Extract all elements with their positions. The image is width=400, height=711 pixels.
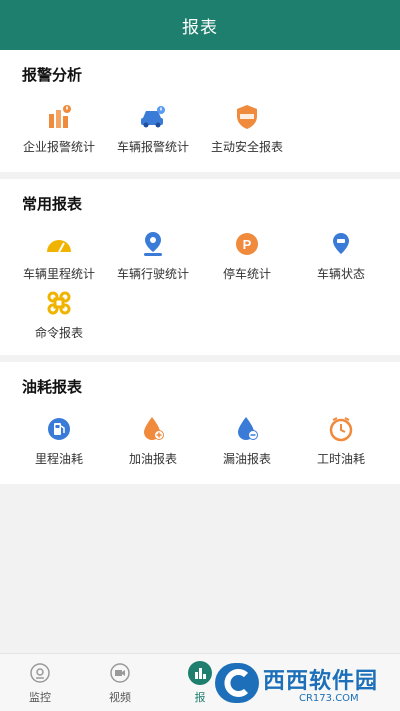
- location-pin-icon: [138, 229, 168, 259]
- page-title: 报表: [182, 17, 218, 38]
- nav-monitor[interactable]: 监控: [0, 660, 80, 710]
- work-hours-clock-icon: [326, 414, 356, 444]
- item-label: 车辆行驶统计: [116, 267, 189, 281]
- watermark-url: CR173.COM: [299, 692, 359, 704]
- vehicle-alarm-icon: [138, 102, 168, 132]
- work-hours-fuel-item[interactable]: 工时油耗: [291, 414, 391, 472]
- nav-video[interactable]: 视频: [80, 660, 160, 710]
- parking-stats-item[interactable]: P 停车统计: [197, 229, 297, 287]
- enterprise-alarm-icon: [44, 102, 74, 132]
- section-title: 油耗报表: [22, 378, 83, 396]
- svg-text:P: P: [243, 237, 252, 252]
- section-title: 常用报表: [22, 195, 83, 213]
- item-label: 车辆报警统计: [116, 140, 189, 154]
- item-label: 加油报表: [128, 452, 177, 466]
- nav-label: 视频: [109, 691, 131, 704]
- item-label: 停车统计: [222, 267, 271, 281]
- refuel-report-item[interactable]: 加油报表: [103, 414, 203, 472]
- active-safety-icon: [232, 102, 262, 132]
- active-safety-report-item[interactable]: 主动安全报表: [197, 102, 297, 160]
- command-report-item[interactable]: 命令报表: [9, 288, 109, 346]
- speedometer-icon: [44, 229, 74, 259]
- item-label: 漏油报表: [222, 452, 271, 466]
- watermark-c-icon: [215, 663, 259, 703]
- item-label: 命令报表: [34, 326, 83, 340]
- section-title: 报警分析: [22, 66, 83, 84]
- section-common-reports: 常用报表 车辆里程统计 车辆行驶统计 P 停车统计 车辆状态 命令报表: [0, 179, 400, 355]
- header-bar: 报表: [0, 0, 400, 50]
- vehicle-status-icon: [326, 229, 356, 259]
- command-icon: [44, 288, 74, 318]
- mileage-fuel-item[interactable]: 里程油耗: [9, 414, 109, 472]
- vehicle-status-item[interactable]: 车辆状态: [291, 229, 391, 287]
- watermark-title: 西西软件园: [263, 668, 379, 694]
- item-label: 主动安全报表: [210, 140, 283, 154]
- report-icon: [187, 660, 213, 686]
- video-icon: [107, 660, 133, 686]
- vehicle-mileage-stats-item[interactable]: 车辆里程统计: [9, 229, 109, 287]
- section-fuel-reports: 油耗报表 里程油耗 加油报表 漏油报表 工时油耗: [0, 362, 400, 484]
- enterprise-alarm-stats-item[interactable]: 企业报警统计: [9, 102, 109, 160]
- watermark-text: 西西软件园 CR173.COM: [263, 663, 378, 704]
- item-label: 里程油耗: [34, 452, 83, 466]
- watermark-logo: 西西软件园 CR173.COM: [215, 660, 395, 706]
- item-label: 企业报警统计: [22, 140, 95, 154]
- item-label: 车辆里程统计: [22, 267, 95, 281]
- fuel-pump-icon: [44, 414, 74, 444]
- vehicle-driving-stats-item[interactable]: 车辆行驶统计: [103, 229, 203, 287]
- parking-icon: P: [232, 229, 262, 259]
- item-label: 车辆状态: [316, 267, 365, 281]
- refuel-drop-icon: [138, 414, 168, 444]
- nav-label: 监控: [29, 691, 51, 704]
- section-alarm-analysis: 报警分析 企业报警统计 车辆报警统计 主动安全报表: [0, 50, 400, 172]
- item-label: 工时油耗: [316, 452, 365, 466]
- oil-leak-drop-icon: [232, 414, 262, 444]
- oil-leak-report-item[interactable]: 漏油报表: [197, 414, 297, 472]
- monitor-icon: [27, 660, 53, 686]
- vehicle-alarm-stats-item[interactable]: 车辆报警统计: [103, 102, 203, 160]
- nav-label: 报: [194, 691, 206, 704]
